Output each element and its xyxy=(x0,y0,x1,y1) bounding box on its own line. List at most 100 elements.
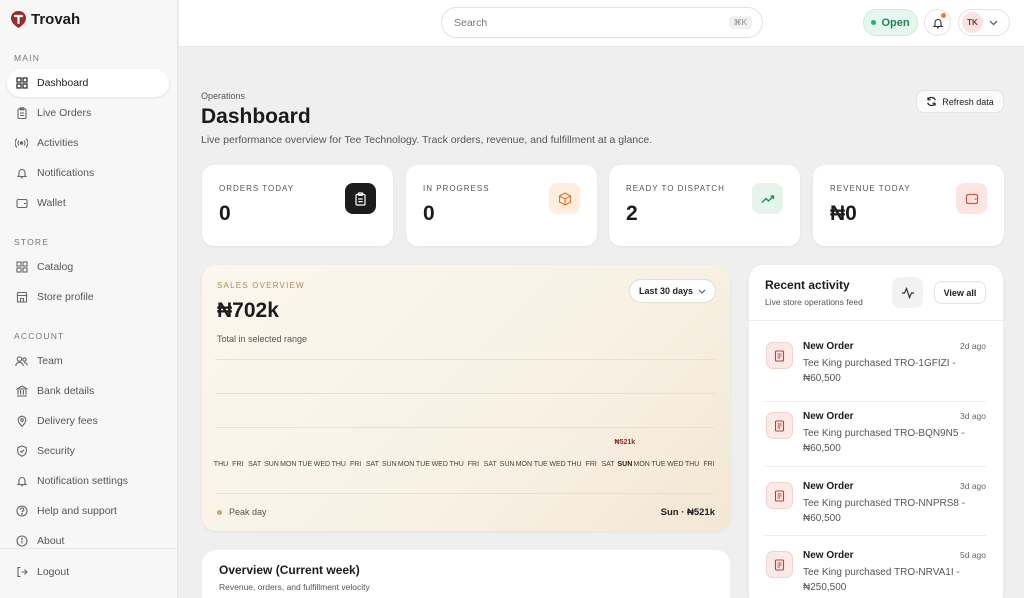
sidebar: Trovah MAIN Dashboard Live Orders Activi… xyxy=(0,0,178,598)
search-shortcut-badge: ⌘K xyxy=(728,16,752,29)
chart-tick-label: WED xyxy=(431,461,448,468)
chart-tick-label: SAT xyxy=(248,461,262,468)
view-all-button[interactable]: View all xyxy=(934,281,986,304)
chart-tick-label: SAT xyxy=(601,461,615,468)
activity-divider xyxy=(765,466,986,467)
shield-icon xyxy=(15,445,28,458)
overview-card: Overview (Current week) Revenue, orders,… xyxy=(202,550,730,598)
activity-pulse-button[interactable] xyxy=(892,277,923,308)
peak-day-legend: Peak day xyxy=(217,507,267,517)
sidebar-item-delivery-fees[interactable]: Delivery fees xyxy=(7,407,169,435)
activity-subtitle: Live store operations feed xyxy=(765,297,863,307)
activity-item-title: New Order xyxy=(803,550,854,561)
sidebar-item-notifications[interactable]: Notifications xyxy=(7,159,169,187)
chevron-down-icon xyxy=(698,289,706,294)
activity-title: Recent activity xyxy=(765,278,850,292)
sales-label: SALES OVERVIEW xyxy=(217,281,305,290)
chart-tick-label: THU xyxy=(331,461,346,468)
activity-item-time: 3d ago xyxy=(960,411,986,421)
overview-title: Overview (Current week) xyxy=(219,563,360,577)
info-icon xyxy=(15,535,28,548)
clipboard-icon xyxy=(345,183,376,214)
chart-gridline xyxy=(215,393,715,394)
sidebar-item-help-and-support[interactable]: Help and support xyxy=(7,497,169,525)
grid-icon xyxy=(15,261,28,274)
sidebar-item-live-orders[interactable]: Live Orders xyxy=(7,99,169,127)
sidebar-item-label: Delivery fees xyxy=(37,415,98,427)
search-input[interactable]: Search ⌘K xyxy=(441,7,763,38)
sidebar-item-label: Catalog xyxy=(37,261,74,273)
sidebar-item-bank-details[interactable]: Bank details xyxy=(7,377,169,405)
chart-gridline xyxy=(215,427,715,428)
chart-tick-label: SUN xyxy=(264,461,279,468)
store-status-badge[interactable]: Open xyxy=(863,9,918,36)
chevron-down-icon xyxy=(989,20,998,26)
chart-tick-label: TUE xyxy=(533,461,548,468)
chart-tick-label: THU xyxy=(449,461,464,468)
wallet-icon xyxy=(15,197,28,210)
chart-tick-label: WED xyxy=(549,461,566,468)
sidebar-item-team[interactable]: Team xyxy=(7,347,169,375)
refresh-icon xyxy=(926,96,937,107)
breadcrumb: Operations xyxy=(201,91,246,101)
stat-value: ₦0 xyxy=(830,202,857,225)
logout-icon xyxy=(15,566,28,579)
stat-card-orders-today: ORDERS TODAY 0 xyxy=(202,165,393,246)
stat-label: IN PROGRESS xyxy=(423,184,490,193)
bell-icon xyxy=(15,167,28,180)
activity-item-desc: Tee King purchased TRO-1GFIZI - ₦60,500 xyxy=(803,358,956,384)
sidebar-item-label: Store profile xyxy=(37,291,94,303)
sidebar-item-about[interactable]: About xyxy=(7,527,169,555)
sidebar-item-label: Team xyxy=(37,355,63,367)
overview-subtitle: Revenue, orders, and fulfillment velocit… xyxy=(219,582,370,592)
sales-total: ₦702k xyxy=(217,299,279,322)
grid-icon xyxy=(15,77,28,90)
stat-card-ready-to-dispatch: READY TO DISPATCH 2 xyxy=(609,165,800,246)
stat-card-in-progress: IN PROGRESS 0 xyxy=(406,165,597,246)
sidebar-item-label: Dashboard xyxy=(37,77,89,89)
refresh-data-button[interactable]: Refresh data xyxy=(916,90,1004,113)
stat-value: 0 xyxy=(219,202,231,225)
section-title-store: STORE xyxy=(14,237,50,247)
activity-item-title: New Order xyxy=(803,481,854,492)
bell-icon xyxy=(932,17,944,29)
activity-divider xyxy=(765,401,986,402)
chart-tick-label: SUN xyxy=(499,461,515,468)
stat-value: 0 xyxy=(423,202,435,225)
location-icon xyxy=(15,415,28,428)
sales-total-caption: Total in selected range xyxy=(217,334,308,344)
logout-button[interactable]: Logout xyxy=(7,558,169,586)
chart-tick-label: WED xyxy=(313,461,331,468)
sidebar-item-dashboard[interactable]: Dashboard xyxy=(7,69,169,97)
chart-tick-label: THU xyxy=(684,461,700,468)
sidebar-item-label: Live Orders xyxy=(37,107,92,119)
sidebar-item-catalog[interactable]: Catalog xyxy=(7,253,169,281)
chart-gridline xyxy=(215,359,715,360)
activity-item-title: New Order xyxy=(803,341,854,352)
sidebar-item-notification-settings[interactable]: Notification settings xyxy=(7,467,169,495)
chart-tick-label: SUN xyxy=(381,461,397,468)
status-dot-icon xyxy=(871,20,877,25)
broadcast-icon xyxy=(15,137,28,150)
sidebar-divider xyxy=(0,548,178,549)
sidebar-item-wallet[interactable]: Wallet xyxy=(7,189,169,217)
sidebar-item-label: Help and support xyxy=(37,505,117,517)
sidebar-item-security[interactable]: Security xyxy=(7,437,169,465)
chart-tick-label: TUE xyxy=(651,461,666,468)
activity-item[interactable]: New Order 5d ago Tee King purchased TRO-… xyxy=(765,546,986,598)
chart-peak-data-label: ₦521k xyxy=(614,439,636,446)
chart-tick-label: FRI xyxy=(585,461,597,468)
sidebar-item-label: Notifications xyxy=(37,167,95,179)
activity-item[interactable]: New Order 3d ago Tee King purchased TRO-… xyxy=(765,477,986,535)
sidebar-item-activities[interactable]: Activities xyxy=(7,129,169,157)
activity-item[interactable]: New Order 3d ago Tee King purchased TRO-… xyxy=(765,407,986,465)
stat-card-revenue-today: REVENUE TODAY ₦0 xyxy=(813,165,1004,246)
notifications-button[interactable] xyxy=(924,9,951,36)
sidebar-item-store-profile[interactable]: Store profile xyxy=(7,283,169,311)
app-logo[interactable]: Trovah xyxy=(10,10,80,29)
activity-item-desc: Tee King purchased TRO-NNPRS8 - ₦60,500 xyxy=(803,498,966,524)
user-menu-button[interactable]: TK xyxy=(958,9,1010,36)
date-range-select[interactable]: Last 30 days xyxy=(629,279,716,303)
stat-value: 2 xyxy=(626,202,638,225)
activity-item[interactable]: New Order 2d ago Tee King purchased TRO-… xyxy=(765,337,986,395)
